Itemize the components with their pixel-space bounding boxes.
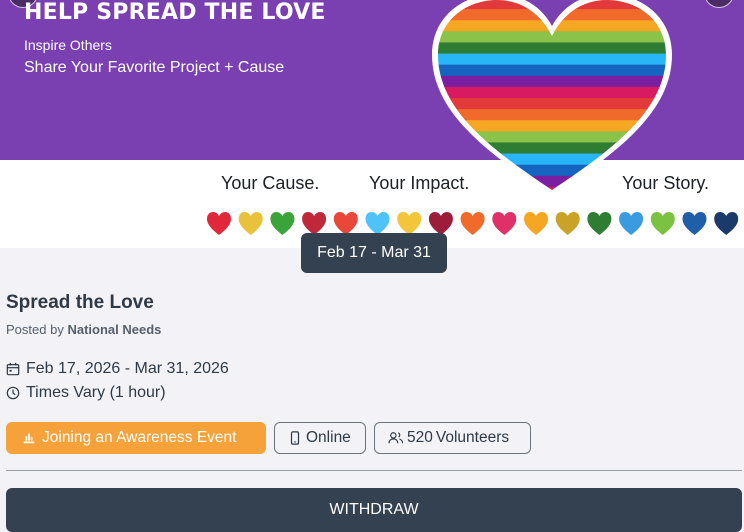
organization-link[interactable]: National Needs — [67, 322, 161, 337]
users-icon — [388, 432, 404, 444]
small-heart-icon — [587, 212, 612, 235]
small-heart-icon — [524, 212, 548, 235]
small-heart-icon — [619, 212, 644, 235]
mobile-phone-icon — [290, 431, 300, 445]
small-heart-icon — [492, 212, 517, 235]
small-heart-icon — [682, 212, 707, 235]
heart-stripe — [438, 75, 666, 88]
small-heart-icon — [238, 212, 263, 235]
small-heart-icon — [333, 212, 358, 235]
small-heart-icon — [650, 212, 675, 235]
location-label: Online — [306, 429, 351, 446]
volunteers-label: Volunteers — [435, 429, 510, 446]
small-heart-icon — [302, 212, 327, 235]
volunteers-count: 520 — [407, 429, 433, 446]
small-hearts-row — [207, 212, 739, 235]
heart-stripe — [438, 142, 666, 155]
event-date-row: Feb 17, 2026 - Mar 31, 2026 — [6, 360, 229, 378]
banner-subtitle-2: Share Your Favorite Project + Cause — [24, 59, 285, 76]
banner-title: HELP SPREAD THE LOVE — [24, 0, 326, 25]
banner-subtitle-1: Inspire Others — [24, 37, 112, 53]
small-heart-icon — [428, 212, 453, 235]
banner-tagline-cause: Your Cause. — [221, 173, 320, 193]
heart-stripe — [438, 64, 666, 77]
rainbow-heart-icon — [432, 0, 672, 195]
small-heart-icon — [207, 212, 231, 235]
event-date-range: Feb 17, 2026 - Mar 31, 2026 — [26, 360, 229, 377]
event-banner-image: HELP SPREAD THE LOVE Inspire Others Shar… — [0, 0, 744, 248]
withdraw-button[interactable]: WITHDRAW — [6, 488, 742, 532]
small-heart-icon — [365, 212, 390, 235]
event-type-badge: Joining an Awareness Event — [6, 422, 266, 454]
section-divider — [6, 470, 742, 471]
event-time-row: Times Vary (1 hour) — [6, 384, 166, 402]
calendar-icon — [6, 362, 20, 376]
heart-stripe — [438, 9, 666, 21]
megaphone-icon — [23, 433, 35, 444]
posted-by-label: Posted by — [6, 322, 64, 337]
event-time: Times Vary (1 hour) — [26, 384, 166, 401]
small-heart-icon — [397, 212, 422, 235]
small-heart-icon — [270, 212, 295, 235]
heart-stripe — [438, 98, 666, 110]
heart-stripe — [438, 153, 666, 166]
heart-stripe — [438, 131, 666, 143]
heart-stripe — [438, 53, 666, 66]
event-title: Spread the Love — [6, 292, 154, 313]
heart-stripe — [438, 42, 666, 55]
location-badge: Online — [274, 422, 366, 454]
heart-stripe — [438, 86, 666, 99]
small-heart-icon — [460, 212, 485, 235]
posted-by-line: Posted by National Needs — [6, 322, 161, 337]
small-heart-icon — [714, 212, 739, 235]
banner-tagline-impact: Your Impact. — [369, 173, 470, 193]
small-heart-icon — [555, 212, 580, 235]
event-type-label: Joining an Awareness Event — [42, 429, 237, 446]
volunteers-badge: 520 Volunteers — [374, 422, 531, 454]
event-date-chip: Feb 17 - Mar 31 — [301, 233, 447, 273]
clock-icon — [6, 386, 20, 400]
heart-stripe — [438, 109, 666, 121]
banner-tagline-story: Your Story. — [622, 173, 710, 193]
